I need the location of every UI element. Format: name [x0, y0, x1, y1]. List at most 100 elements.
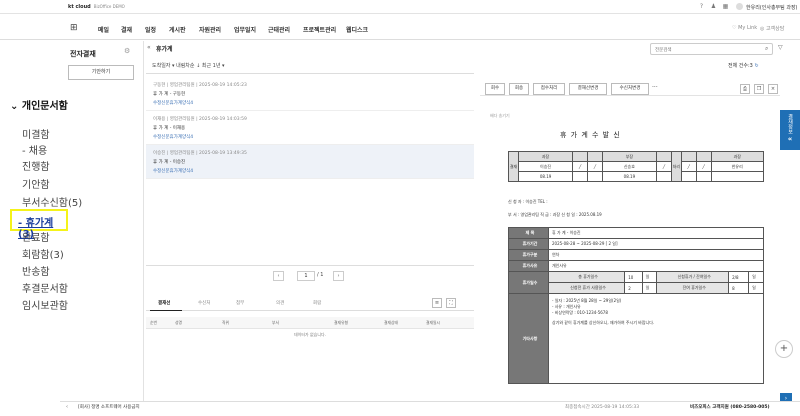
department-info: 부 서 : 영업관리팀 직 급 : 과장 신 청 일 : 2025.08.19	[508, 212, 602, 217]
total-count: 전체 건수:3 ↻	[728, 63, 759, 69]
prev-page-button[interactable]: ‹	[273, 271, 284, 281]
avatar[interactable]	[736, 3, 743, 10]
empty-message: 데이터가 없습니다.	[294, 332, 326, 337]
page-input[interactable]: 1	[297, 271, 315, 281]
tab-attachments[interactable]: 첨부	[236, 300, 244, 306]
tab-recipients[interactable]: 수신처	[198, 300, 210, 306]
col-header: 결재상태	[384, 320, 398, 325]
change-line-button[interactable]: 결재선변경	[569, 83, 607, 95]
next-page-button[interactable]: ›	[333, 271, 344, 281]
close-icon[interactable]: ×	[768, 84, 778, 94]
folder-title: 휴가계	[156, 46, 173, 53]
add-button[interactable]: +	[775, 340, 793, 358]
days-cell: 10	[624, 271, 643, 283]
reason-value: 개인사유	[548, 260, 764, 272]
grid-apps-icon[interactable]: ▦	[722, 3, 729, 10]
search-input[interactable]	[650, 43, 773, 55]
list-item-title[interactable]: 휴 가 계 - 이재용	[153, 125, 185, 131]
process-label: 처리	[670, 151, 682, 182]
applicant-info: 신 청 자 : 이승진 TEL :	[508, 199, 548, 204]
document-title: 휴 가 계 수 발 신	[560, 131, 621, 139]
tree-item-hiring[interactable]: - 채용	[22, 142, 47, 157]
nav-project[interactable]: 프로젝트관리	[303, 25, 336, 34]
prev-notice-icon[interactable]: ‹	[66, 404, 68, 410]
tab-approval-line[interactable]: 결재선	[158, 300, 170, 306]
active-tab-indicator	[150, 310, 182, 311]
person-icon[interactable]: ♟	[710, 3, 717, 10]
approval-info-rail[interactable]: 결재정보 «	[780, 110, 800, 150]
list-item-title[interactable]: 휴 가 계 - 이승진	[153, 159, 185, 165]
draft-button[interactable]: 기안하기	[68, 65, 134, 80]
print-icon[interactable]: ⎙	[740, 84, 750, 94]
days-cell: 일	[641, 282, 658, 294]
expand-icon[interactable]: ⛶	[446, 298, 456, 308]
sidebar	[60, 41, 144, 416]
tab-circulation[interactable]: 회람	[313, 300, 321, 306]
more-icon[interactable]: ···	[652, 84, 658, 91]
search-icon[interactable]: ⌕	[765, 45, 768, 53]
nav-webdisk[interactable]: 웹디스크	[346, 25, 368, 34]
list-item-meta: 이승진 | 영업관리팀원 | 2025-08-19 13:49:35	[153, 151, 247, 156]
help-icon[interactable]: ?	[698, 3, 705, 10]
list-item-form: 수정신문휴가계양식4	[153, 169, 194, 174]
user-name[interactable]: 한유리(인사총무팀 과장)	[746, 4, 798, 11]
recall-button[interactable]: 회수	[485, 83, 505, 95]
detail-tabs	[146, 295, 474, 311]
receive-button[interactable]: 접수처리	[533, 83, 565, 95]
tree-item-circulation[interactable]: 회람함(3)	[22, 246, 64, 261]
days-cell: 2/8	[728, 271, 750, 283]
days-cell: 일	[748, 282, 764, 294]
list-item-form: 수정신문휴가계양식4	[153, 135, 194, 140]
tree-section-personal[interactable]: ⌄ 개인문서함	[10, 97, 68, 112]
tree-item-completed[interactable]: 완료함	[22, 229, 50, 244]
approval-date: 08.19	[517, 171, 574, 182]
nav-worklog[interactable]: 업무일지	[234, 25, 256, 34]
role-cell: 부장	[601, 151, 657, 162]
nav-attendance[interactable]: 근태관리	[268, 25, 290, 34]
tree-item-dept-inbox[interactable]: 부서수신함(5)	[22, 194, 82, 209]
last-login: 최종접속시간 2025-08-19 14:05:33	[565, 405, 640, 410]
tree-item-pending[interactable]: 미결함	[22, 126, 50, 141]
support-contact: 비즈오피스 고객지원 (080-2580-005)	[690, 405, 770, 410]
tab-opinions[interactable]: 의견	[276, 300, 284, 306]
tree-item-temp[interactable]: 임시보관함	[22, 297, 68, 312]
nav-approval[interactable]: 결재	[121, 25, 132, 34]
app-menu-icon[interactable]: ⊞	[70, 23, 78, 33]
return-button[interactable]: 회송	[509, 83, 529, 95]
approval-line-header	[146, 317, 474, 329]
tree-item-returned[interactable]: 반송함	[22, 263, 50, 278]
nav-board[interactable]: 게시판	[169, 25, 186, 34]
copy-icon[interactable]: ❐	[754, 84, 764, 94]
sender-name: 배다 송기기	[490, 113, 510, 118]
tree-item-drafted[interactable]: 기안함	[22, 176, 50, 191]
role-cell: 과장	[517, 151, 574, 162]
list-filters[interactable]: 도착일자 ▾ 내림차순 ↓ 최근 1년 ▾	[152, 62, 225, 69]
days-cell: 총 휴가일수	[547, 271, 626, 283]
etc-value: - 일자 : 2025년 8월 28일 ~ 29일(2일) - 사유 : 개인사…	[548, 293, 764, 384]
logo[interactable]: kt cloud BizOffice DEMO	[68, 4, 125, 10]
filter-icon[interactable]: ▽	[778, 44, 783, 51]
approval-label: 결재	[508, 151, 519, 182]
tree-item-inprogress[interactable]: 진행함	[22, 158, 50, 173]
gear-icon[interactable]: ⚙	[124, 47, 130, 55]
list-view-icon[interactable]: ≡	[432, 298, 442, 308]
change-recipient-button[interactable]: 수신처변경	[611, 83, 649, 95]
my-link[interactable]: ♡ My Link	[732, 25, 757, 31]
tree-item-vacation[interactable]: - 휴가계(3)	[10, 209, 68, 240]
col-header: 순번	[150, 320, 157, 325]
nav-resource[interactable]: 자원관리	[199, 25, 221, 34]
nav-mail[interactable]: 메일	[98, 25, 109, 34]
vacation-detail-table: 제 목휴 가 계 - 이승진 휴가기간 2025-08-28 ~ 2025-08-…	[508, 227, 764, 384]
days-cell: 일	[641, 271, 658, 283]
days-cell: 2	[624, 282, 643, 294]
customer-support[interactable]: ◎ 고객상담	[760, 25, 784, 32]
collapse-icon[interactable]: «	[147, 44, 151, 51]
col-header: 부서	[272, 320, 279, 325]
field-label: 제 목	[508, 227, 549, 239]
type-value: 연차	[548, 249, 764, 261]
days-cell: 8	[728, 282, 750, 294]
notice-text[interactable]: [회사] 정명 소프트웨어 사용금지	[78, 404, 140, 410]
list-item-title[interactable]: 휴 가 계 - 구동현	[153, 91, 185, 97]
tree-item-post-approval[interactable]: 후결문서함	[22, 280, 68, 295]
nav-schedule[interactable]: 일정	[145, 25, 156, 34]
